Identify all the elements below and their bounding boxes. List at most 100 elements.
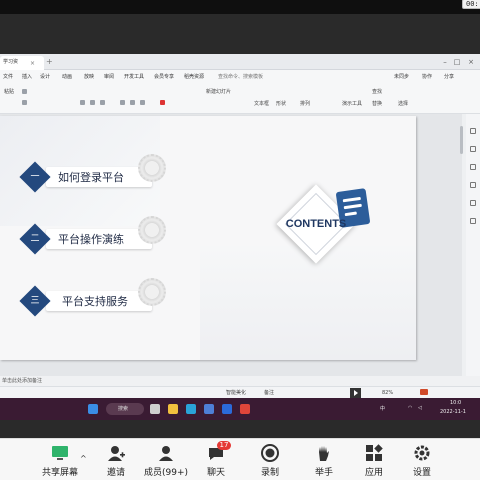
slide-canvas: 一 如何登录平台 二 平台操作演练 三 平台支持服务 CONTENTS: [0, 114, 462, 376]
meeting-control-bar: 共享屏幕 邀请 成员(99+) 聊天 录制 举手 应用 设置: [0, 438, 480, 480]
share-options-chevron-icon[interactable]: ^: [80, 454, 87, 463]
chat-unread-badge: 17: [217, 441, 231, 450]
wps-app-icon[interactable]: [240, 404, 250, 414]
windows-start-icon[interactable]: [88, 404, 98, 414]
meeting-timer: 00:: [462, 0, 480, 9]
agenda-label: 平台操作演练: [58, 233, 124, 246]
contents-emblem: CONTENTS: [270, 184, 390, 274]
settings-label: 设置: [412, 468, 431, 478]
invite-icon: [108, 446, 125, 461]
page: { "meeting": { "timer": "00:" }, "wps": …: [0, 0, 480, 480]
status-bar: 智能美化 备注 82%: [0, 386, 480, 398]
task-view-icon[interactable]: [150, 404, 160, 414]
share-screen-button[interactable]: 共享屏幕: [34, 441, 86, 480]
file-explorer-icon[interactable]: [168, 404, 178, 414]
find-button[interactable]: 查找: [372, 88, 382, 95]
replace-button[interactable]: 替换: [372, 100, 382, 107]
document-tab-bar: 学习资 × + – □ ×: [0, 54, 480, 70]
collaborate-button[interactable]: 协作: [422, 72, 432, 82]
slide[interactable]: 一 如何登录平台 二 平台操作演练 三 平台支持服务 CONTENTS: [0, 116, 416, 360]
shared-screen: 学习资 × + – □ × 文件 插入 设计 动画 放映 审阅 开发工具 会员专…: [0, 14, 480, 438]
text-box-button[interactable]: 文本框: [254, 100, 269, 107]
settings-icon: [414, 445, 430, 461]
panel-tool-icon[interactable]: [470, 164, 476, 170]
menu-developer[interactable]: 开发工具: [124, 72, 144, 82]
new-slide-button[interactable]: 新建幻灯片: [206, 88, 231, 95]
clock-time[interactable]: 10:0: [450, 400, 461, 406]
apps-icon: [366, 444, 383, 461]
document-tab-label: 学习资: [3, 59, 19, 65]
panel-tool-icon[interactable]: [470, 128, 476, 134]
taskbar-search[interactable]: 搜索: [106, 403, 144, 415]
fit-window-icon[interactable]: [420, 389, 428, 395]
panel-tool-icon[interactable]: [470, 218, 476, 224]
new-tab-icon[interactable]: +: [46, 56, 56, 68]
gear-decoration-icon: [138, 216, 166, 244]
menu-file[interactable]: 文件: [3, 72, 13, 82]
agenda-item: 二 平台操作演练: [19, 216, 166, 255]
paste-button[interactable]: 粘贴: [4, 88, 14, 95]
close-window-icon[interactable]: ×: [466, 57, 476, 67]
agenda-item: 一 如何登录平台: [19, 154, 166, 193]
font-color-icon[interactable]: [160, 100, 165, 105]
gear-decoration-icon: [138, 154, 166, 182]
clock-date[interactable]: 2022-11-1: [440, 409, 466, 415]
record-icon: [261, 444, 279, 462]
cut-icon[interactable]: [22, 89, 27, 94]
agenda-number: 一: [30, 172, 40, 182]
command-search[interactable]: 查找命令、搜索模板: [218, 72, 282, 82]
align-right-icon[interactable]: [140, 100, 145, 105]
arrange-button[interactable]: 排列: [300, 100, 310, 107]
copy-icon[interactable]: [22, 100, 27, 105]
tab-close-icon[interactable]: ×: [30, 58, 42, 70]
menu-insert[interactable]: 插入: [22, 72, 32, 82]
panel-tool-icon[interactable]: [470, 146, 476, 152]
sync-status[interactable]: 未同步: [394, 72, 409, 82]
menu-animation[interactable]: 动画: [62, 72, 72, 82]
underline-icon[interactable]: [100, 100, 105, 105]
settings-button[interactable]: 设置: [396, 441, 448, 480]
menu-slideshow[interactable]: 放映: [84, 72, 94, 82]
align-left-icon[interactable]: [120, 100, 125, 105]
contents-title: CONTENTS: [285, 218, 347, 230]
shape-button[interactable]: 形状: [276, 100, 286, 107]
agenda-item: 三 平台支持服务: [19, 278, 166, 317]
align-center-icon[interactable]: [130, 100, 135, 105]
minimize-icon[interactable]: –: [440, 57, 450, 67]
menu-review[interactable]: 审阅: [104, 72, 114, 82]
zoom-level[interactable]: 82%: [382, 389, 393, 397]
doc-line: [342, 196, 361, 203]
notes-area[interactable]: 单击此处添加备注: [0, 376, 480, 386]
doc-line: [344, 211, 357, 217]
ribbon-toolbar: 粘贴 新建幻灯片 文本框 形状 排列 演示工具 查找 替换 选择: [0, 84, 480, 114]
meeting-top-bar: 00:: [0, 0, 480, 14]
select-button[interactable]: 选择: [398, 100, 408, 107]
presenter-tools-button[interactable]: 演示工具: [342, 100, 362, 107]
agenda-label: 平台支持服务: [62, 295, 128, 308]
wifi-icon[interactable]: ◠: [408, 405, 412, 411]
menu-member[interactable]: 会员专享: [154, 72, 174, 82]
edge-browser-icon[interactable]: [186, 404, 196, 414]
meeting-app-icon[interactable]: [222, 404, 232, 414]
maximize-icon[interactable]: □: [452, 57, 462, 67]
doc-line: [343, 203, 362, 210]
panel-tool-icon[interactable]: [470, 182, 476, 188]
panel-tool-icon[interactable]: [470, 200, 476, 206]
smart-beautify-button[interactable]: 智能美化: [226, 389, 246, 397]
document-tab[interactable]: 学习资 ×: [0, 56, 44, 70]
play-slideshow-icon[interactable]: [350, 388, 361, 398]
menu-docer[interactable]: 稻壳资源: [184, 72, 204, 82]
share-button[interactable]: 分享: [444, 72, 454, 82]
raise-hand-icon: [319, 446, 329, 461]
menu-design[interactable]: 设计: [40, 72, 50, 82]
app-icon[interactable]: [204, 404, 214, 414]
italic-icon[interactable]: [90, 100, 95, 105]
volume-icon[interactable]: ◁: [418, 405, 422, 411]
notes-toggle[interactable]: 备注: [264, 389, 274, 397]
ime-indicator[interactable]: 中: [380, 405, 385, 412]
screen-margin: [0, 420, 480, 438]
vertical-scrollbar[interactable]: [460, 126, 463, 154]
bold-icon[interactable]: [80, 100, 85, 105]
share-screen-icon: [52, 446, 68, 460]
gear-decoration-icon: [138, 278, 166, 306]
